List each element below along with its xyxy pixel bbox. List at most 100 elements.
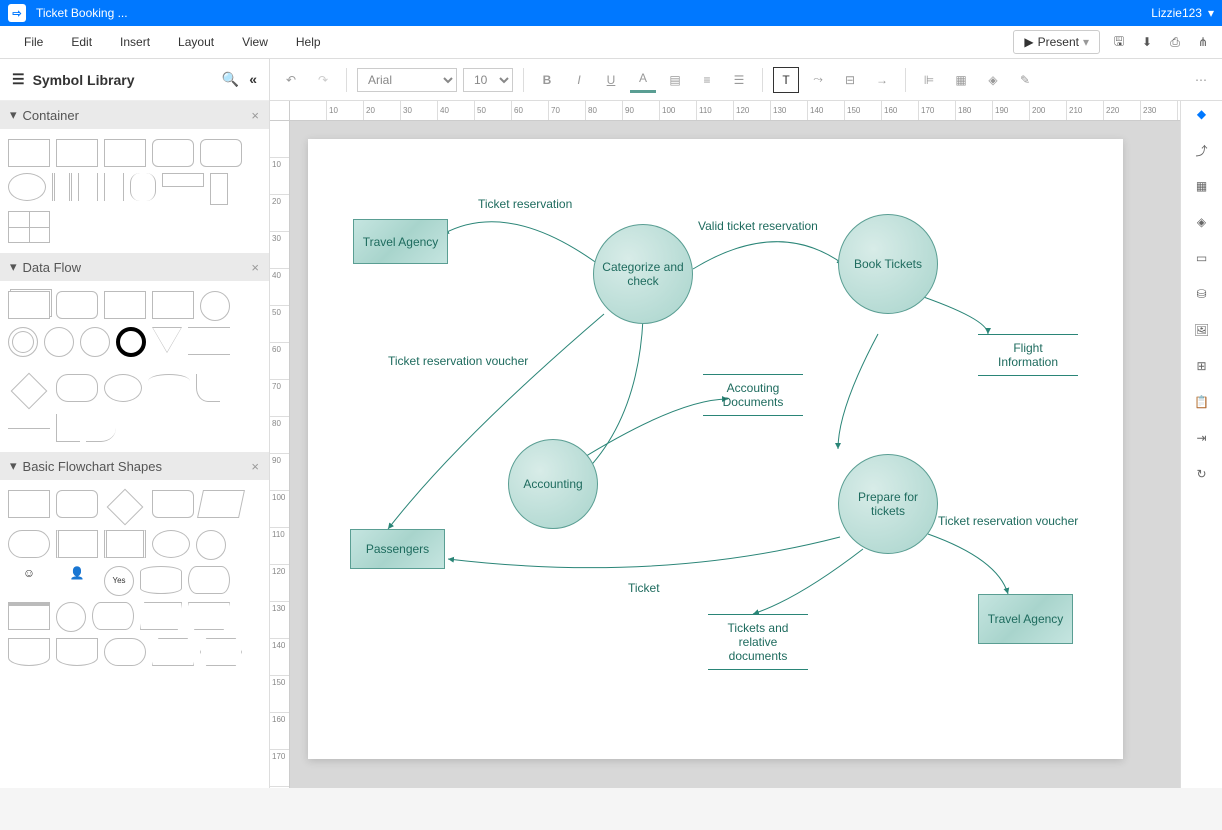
shape-cylinder[interactable] (140, 566, 182, 594)
node-travel-agency-2[interactable]: Travel Agency (978, 594, 1073, 644)
text-tool-icon[interactable]: T (773, 67, 799, 93)
search-icon[interactable]: 🔍 (222, 71, 239, 88)
tree-icon[interactable]: ⊞ (1191, 355, 1213, 377)
shape-user[interactable]: 👤 (56, 566, 98, 594)
menu-layout[interactable]: Layout (164, 29, 228, 55)
data-icon[interactable]: ⛁ (1191, 283, 1213, 305)
close-icon[interactable]: × (251, 260, 259, 275)
print-icon[interactable]: ⎙ (1166, 33, 1184, 51)
image-icon[interactable]: 🖼 (1191, 319, 1213, 341)
shape-ring[interactable] (8, 327, 38, 357)
group-icon[interactable]: ▦ (948, 67, 974, 93)
collapse-icon[interactable]: « (249, 71, 257, 88)
share-icon[interactable]: ⋔ (1194, 33, 1212, 51)
shape-circle[interactable] (80, 327, 110, 357)
shape-grid[interactable] (8, 211, 50, 243)
shape-rect[interactable] (210, 173, 228, 205)
export-icon[interactable]: ⤴ (1191, 139, 1213, 161)
shape-rect[interactable] (8, 139, 50, 167)
node-categorize[interactable]: Categorize and check (593, 224, 693, 324)
node-passengers[interactable]: Passengers (350, 529, 445, 569)
page[interactable]: Travel Agency Passengers Travel Agency C… (308, 139, 1123, 759)
shape-rect[interactable] (152, 291, 194, 319)
layers-icon[interactable]: ◈ (1191, 211, 1213, 233)
shape-arc[interactable] (148, 374, 190, 388)
history-icon[interactable]: ↻ (1191, 463, 1213, 485)
shape-ellipse[interactable] (152, 530, 190, 558)
shape-roundrect[interactable] (56, 490, 98, 518)
align-obj-icon[interactable]: ⊫ (916, 67, 942, 93)
shape-arc[interactable] (196, 374, 220, 402)
shape-triangle[interactable] (152, 327, 182, 368)
shape-diamond[interactable] (11, 373, 48, 410)
shape-brace[interactable] (130, 173, 140, 201)
shape-ellipse[interactable] (104, 374, 142, 402)
menu-view[interactable]: View (228, 29, 282, 55)
close-icon[interactable]: × (251, 459, 259, 474)
canvas-area[interactable]: Travel Agency Passengers Travel Agency C… (290, 121, 1180, 788)
download-icon[interactable]: ⬇ (1138, 33, 1156, 51)
save-icon[interactable]: 🖫 (1110, 33, 1128, 51)
shape-cylinder[interactable] (92, 602, 134, 630)
node-prepare[interactable]: Prepare for tickets (838, 454, 938, 554)
present-button[interactable]: ▶ Present ▾ (1013, 30, 1100, 54)
shape-circle[interactable] (44, 327, 74, 357)
more-icon[interactable]: ⋯ (1188, 67, 1214, 93)
menu-insert[interactable]: Insert (106, 29, 164, 55)
shape-corner[interactable] (56, 414, 80, 442)
shape-circle[interactable] (56, 602, 86, 632)
shape-rect[interactable] (162, 173, 204, 187)
clipboard-icon[interactable]: 📋 (1191, 391, 1213, 413)
connector-icon[interactable]: ⤳ (805, 67, 831, 93)
shape-rect[interactable] (104, 139, 146, 167)
shape-callout[interactable] (152, 490, 194, 518)
node-acc-docs[interactable]: Accouting Documents (703, 374, 803, 416)
shape-ring-bold[interactable] (116, 327, 146, 357)
shape-brace[interactable] (146, 173, 156, 201)
shape-wave[interactable] (8, 638, 50, 666)
shape-rect[interactable] (104, 291, 146, 319)
slide-icon[interactable]: ▭ (1191, 247, 1213, 269)
theme-icon[interactable]: ◆ (1191, 103, 1213, 125)
shape-trapezoid[interactable] (188, 602, 230, 630)
shape-diamond[interactable] (107, 489, 144, 526)
node-tickets-docs[interactable]: Tickets and relative documents (708, 614, 808, 670)
shape-frame[interactable] (104, 173, 124, 201)
highlight-icon[interactable]: ▤ (662, 67, 688, 93)
shape-rect[interactable] (8, 490, 50, 518)
shape-predefined[interactable] (56, 530, 98, 558)
shape-wave[interactable] (56, 638, 98, 666)
shape-card[interactable] (8, 602, 50, 630)
shape-ellipse[interactable] (8, 173, 46, 201)
indent-icon[interactable]: ⇥ (1191, 427, 1213, 449)
shape-stack[interactable] (8, 291, 50, 319)
line-style-icon[interactable]: ⊟ (837, 67, 863, 93)
grid-icon[interactable]: ▦ (1191, 175, 1213, 197)
font-select[interactable]: Arial (357, 68, 457, 92)
panel-dataflow[interactable]: ▾ Data Flow × (0, 253, 269, 281)
list-icon[interactable]: ☰ (726, 67, 752, 93)
shape-roundrect[interactable] (200, 139, 242, 167)
shape-frame[interactable] (52, 173, 72, 201)
arrow-icon[interactable]: → (869, 67, 895, 93)
shape-curve[interactable] (86, 414, 116, 442)
shape-cylinder[interactable] (188, 566, 230, 594)
shape-roundrect[interactable] (152, 139, 194, 167)
bold-icon[interactable]: B (534, 67, 560, 93)
shape-hexagon[interactable] (200, 638, 242, 666)
align-icon[interactable]: ≡ (694, 67, 720, 93)
shape-frame[interactable] (78, 173, 98, 201)
node-book[interactable]: Book Tickets (838, 214, 938, 314)
shape-circle[interactable] (200, 291, 230, 321)
user-menu[interactable]: Lizzie123 ▾ (1151, 6, 1214, 20)
shape-predefined[interactable] (104, 530, 146, 558)
shape-pill[interactable] (104, 638, 146, 666)
node-travel-agency[interactable]: Travel Agency (353, 219, 448, 264)
shape-trapezoid[interactable] (152, 638, 194, 666)
shape-line[interactable] (8, 428, 50, 429)
menu-help[interactable]: Help (282, 29, 335, 55)
node-accounting[interactable]: Accounting (508, 439, 598, 529)
shape-rect[interactable] (56, 139, 98, 167)
redo-icon[interactable]: ↷ (310, 67, 336, 93)
shape-roundrect[interactable] (56, 291, 98, 319)
